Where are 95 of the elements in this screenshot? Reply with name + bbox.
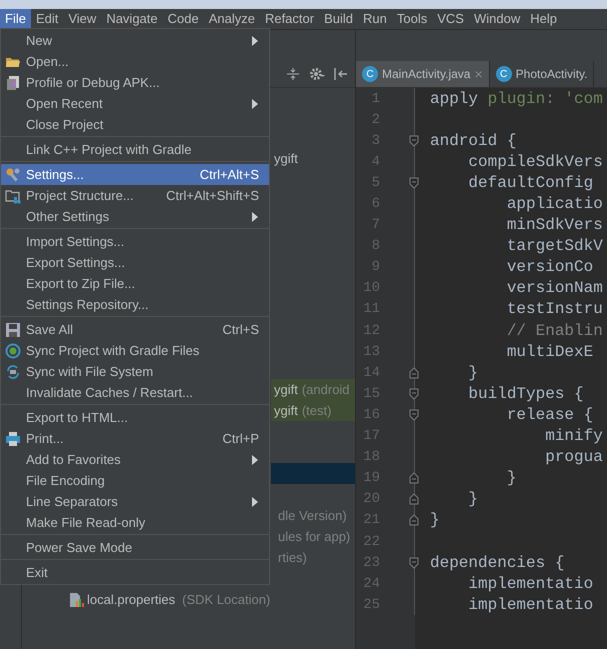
menu-item[interactable]: Profile or Debug APK... [1,72,269,93]
code-line: progua [544,448,603,466]
code-line: } [506,469,516,488]
menu-bar-item[interactable]: Refactor [260,9,320,29]
fold-icon[interactable] [409,556,419,569]
tree-item-hint: dle Version) [278,508,347,523]
menu-item[interactable]: Export Settings... [1,252,269,273]
tree-item-hint: rties) [278,550,307,565]
tree-item-hint: ules for app) [278,529,350,544]
code-line: implementatio [467,574,594,593]
code-line: multiDexE [506,342,594,361]
tree-item-label[interactable]: local.properties [87,592,176,607]
code-line: applicatio [506,195,603,214]
tree-item-hint: (test) [302,403,332,418]
code-line: minSdkVers [506,216,603,234]
fold-icon[interactable] [409,514,419,526]
menu-bar-item[interactable]: Analyze [204,9,260,29]
menu-item[interactable]: File Encoding [1,470,269,491]
code-line: android { [430,132,516,150]
code-line: apply plugin: 'com [430,90,603,108]
menu-item[interactable]: Sync with File System [1,361,269,382]
menu-item[interactable]: Save All Ctrl+S [1,319,269,340]
menu-bar-item[interactable]: Tools [392,9,432,29]
code-line: implementatio [467,596,594,614]
settings-icon[interactable] [309,66,325,82]
class-icon: C [496,66,512,82]
code-line: } [430,511,440,530]
menu-item[interactable]: Export to Zip File... [1,273,269,294]
menu-item[interactable]: Other Settings [1,206,269,227]
menu-item[interactable]: Export to HTML... [1,407,269,428]
menu-bar-item[interactable]: Code [162,9,204,29]
menu-item[interactable]: Power Save Mode [1,537,269,558]
menu-item[interactable]: Invalidate Caches / Restart... [1,382,269,403]
hide-panel-icon[interactable] [333,66,349,82]
menu-item[interactable]: New [1,30,269,51]
menu-bar-item[interactable]: View [63,9,102,29]
menu-bar-item[interactable]: Window [468,9,526,29]
menu-item[interactable]: Exit [1,562,269,583]
code-line: release { [506,406,594,424]
tree-item-hint: (android [302,382,350,397]
code-line: minify [544,427,603,446]
fold-icon[interactable] [409,366,419,379]
menu-item[interactable]: Settings Repository... [1,294,269,315]
collapse-icon[interactable] [285,66,301,82]
tree-row[interactable]: ygift (android [271,379,355,400]
save-icon [5,322,21,338]
code-line: buildTypes { [467,384,584,403]
code-line: } [467,364,478,382]
class-icon: C [362,66,378,82]
fold-icon[interactable] [409,134,419,147]
tree-item-label[interactable]: ygift [274,403,298,418]
menu-bar-item[interactable]: VCS [432,9,469,29]
fold-icon[interactable] [409,176,419,189]
document-icon [5,74,21,90]
tree-item-label[interactable]: ygift [274,151,298,166]
menu-bar-item[interactable]: Navigate [101,9,163,29]
editor-tab[interactable]: C MainActivity.java × [356,61,490,87]
file-icon [68,592,84,608]
menu-item[interactable]: Open Recent [1,93,269,114]
code-line: testInstru [506,300,603,318]
menu-bar-item[interactable]: Run [358,9,392,29]
tree-item-label[interactable]: ygift [274,382,298,397]
code-line: defaultConfig [467,174,594,192]
code-line: compileSdkVers [467,152,603,171]
menu-item[interactable]: Open... [1,51,269,72]
menu-item[interactable]: Import Settings... [1,231,269,252]
editor-tab[interactable]: C PhotoActivity. [490,61,594,87]
fold-icon[interactable] [409,408,419,421]
code-line: versionCo [506,258,594,276]
tree-item-hint: (SDK Location) [182,592,270,607]
menu-item[interactable]: Close Project [1,114,269,135]
menu-item[interactable]: Link C++ Project with Gradle [1,139,269,160]
folder-icon [5,188,21,204]
tree-row[interactable]: ygift (test) [271,400,355,421]
code-line: versionNam [506,279,603,298]
fold-icon[interactable] [409,493,419,506]
menu-item[interactable]: Sync Project with Gradle Files [1,340,269,361]
menu-bar-item[interactable]: Help [525,9,562,29]
menu-item[interactable]: Project Structure... Ctrl+Alt+Shift+S [1,185,269,206]
menu-bar-item[interactable]: Edit [30,9,64,29]
fold-icon[interactable] [409,388,419,400]
menu-item[interactable]: Settings... Ctrl+Alt+S [1,164,269,185]
menu-item[interactable]: Make File Read-only [1,512,269,533]
menu-item[interactable]: Line Separators [1,491,269,512]
code-line: targetSdkV [506,237,603,256]
wrench-icon [5,166,21,182]
menu-item[interactable]: Print... Ctrl+P [1,428,269,449]
code-line: dependencies { [430,554,564,572]
print-icon [5,430,21,446]
menu-bar-item[interactable]: File [0,9,31,29]
menu-item[interactable]: Add to Favorites [1,449,269,470]
code-line: } [467,490,478,508]
code-line: // Enablin [506,322,603,340]
fold-icon[interactable] [409,472,419,484]
menu-bar-item[interactable]: Build [319,9,358,29]
